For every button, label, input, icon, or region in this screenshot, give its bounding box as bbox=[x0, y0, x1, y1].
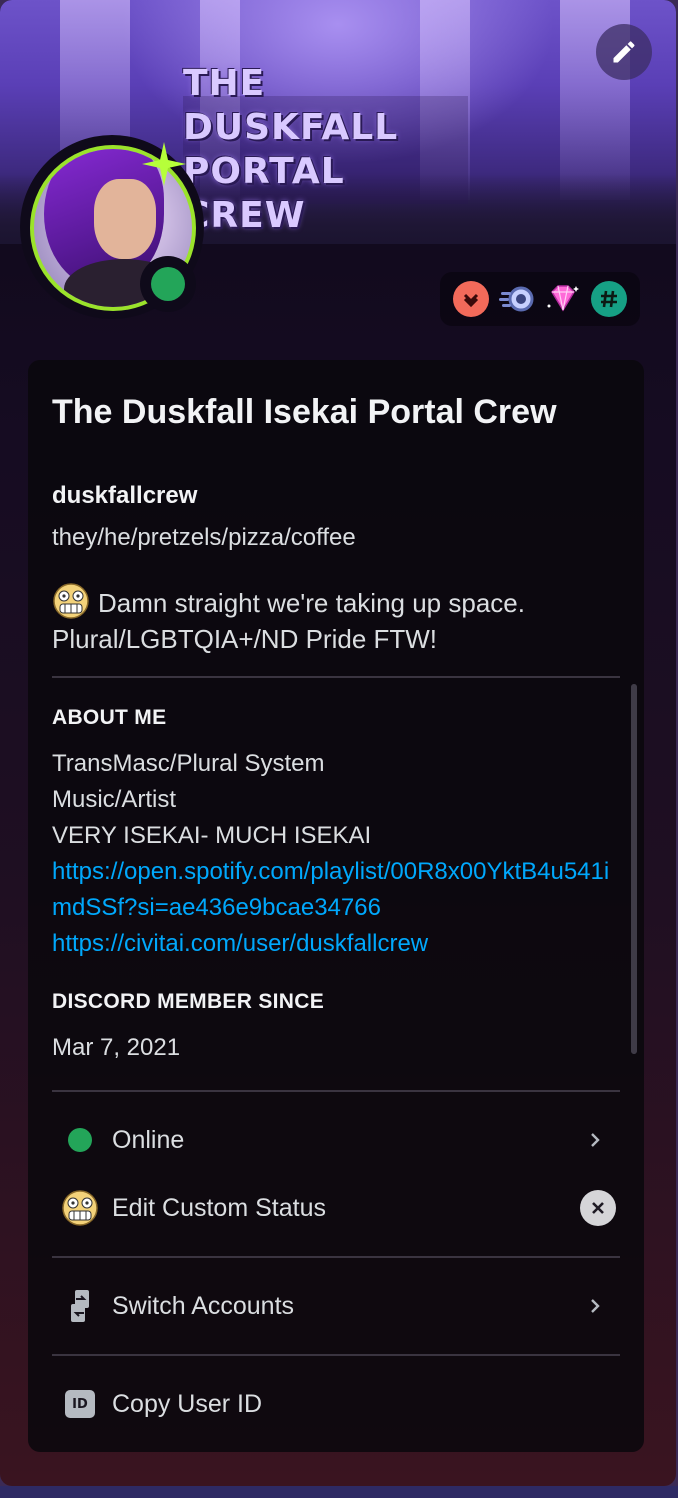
window-bottom-edge bbox=[0, 1486, 678, 1498]
id-icon: ID bbox=[65, 1390, 95, 1418]
copy-user-id-label: Copy User ID bbox=[112, 1389, 263, 1418]
username[interactable]: duskfallcrew bbox=[52, 482, 197, 510]
profile-card: The Duskfall Isekai Portal Crew duskfall… bbox=[28, 360, 644, 1452]
badge-list bbox=[440, 272, 640, 326]
member-since-heading: DISCORD MEMBER SINCE bbox=[52, 990, 325, 1013]
divider bbox=[52, 1090, 620, 1092]
custom-status-emoji-icon bbox=[62, 1190, 98, 1226]
sparkle-decoration-icon bbox=[142, 142, 186, 186]
display-name: The Duskfall Isekai Portal Crew bbox=[52, 393, 557, 431]
switch-accounts-icon bbox=[71, 1290, 89, 1322]
switch-accounts-label: Switch Accounts bbox=[112, 1291, 295, 1320]
copy-user-id-menu-item[interactable]: ID Copy User ID bbox=[52, 1376, 620, 1432]
civitai-link[interactable]: https://civitai.com/user/duskfallcrew bbox=[52, 926, 612, 962]
about-line: VERY ISEKAI- MUCH ISEKAI bbox=[52, 822, 372, 849]
chevron-right-icon bbox=[580, 1291, 610, 1321]
clear-status-button[interactable] bbox=[580, 1190, 616, 1226]
status-indicator bbox=[140, 256, 196, 312]
scrollbar-track[interactable] bbox=[631, 684, 637, 1054]
hashtag-badge-icon[interactable] bbox=[591, 281, 627, 317]
custom-status-emoji-icon bbox=[53, 583, 89, 619]
online-status-icon bbox=[68, 1128, 92, 1152]
user-profile-popout: THE DUSKFALL PORTAL CREW The Duskfall Is… bbox=[0, 0, 676, 1486]
chevron-right-icon bbox=[580, 1125, 610, 1155]
member-since-date: Mar 7, 2021 bbox=[52, 1034, 181, 1061]
edit-profile-button[interactable] bbox=[596, 24, 652, 80]
divider bbox=[52, 1256, 620, 1258]
spotify-link[interactable]: https://open.spotify.com/playlist/00R8x0… bbox=[52, 854, 612, 926]
online-status-dot bbox=[151, 267, 185, 301]
close-icon bbox=[592, 1202, 604, 1214]
status-menu-item[interactable]: Online bbox=[52, 1112, 620, 1168]
divider bbox=[52, 1354, 620, 1356]
pencil-icon bbox=[613, 41, 635, 63]
banner-logo-line2: PORTAL CREW bbox=[183, 151, 345, 236]
nitro-boost-badge-icon[interactable] bbox=[453, 281, 489, 317]
custom-status-label: Damn straight we're taking up space. Plu… bbox=[52, 588, 525, 654]
divider bbox=[52, 676, 620, 678]
custom-status-text: Damn straight we're taking up space. Plu… bbox=[52, 582, 612, 657]
scrollbar-thumb[interactable] bbox=[631, 684, 637, 1054]
pronouns: they/he/pretzels/pizza/coffee bbox=[52, 524, 356, 551]
about-me-text: TransMasc/Plural System Music/Artist VER… bbox=[52, 746, 612, 962]
nitro-gem-badge-icon[interactable] bbox=[545, 281, 581, 317]
about-me-heading: ABOUT ME bbox=[52, 706, 167, 729]
about-line: TransMasc/Plural System bbox=[52, 750, 325, 777]
about-line: Music/Artist bbox=[52, 786, 177, 813]
banner-logo-line1: THE DUSKFALL bbox=[183, 63, 399, 148]
edit-custom-status-menu-item[interactable]: Edit Custom Status bbox=[52, 1180, 620, 1236]
edit-custom-status-label: Edit Custom Status bbox=[112, 1193, 326, 1222]
banner-logo: THE DUSKFALL PORTAL CREW bbox=[183, 63, 468, 236]
server-booster-badge-icon[interactable] bbox=[499, 281, 535, 317]
status-label: Online bbox=[112, 1125, 185, 1154]
switch-accounts-menu-item[interactable]: Switch Accounts bbox=[52, 1278, 620, 1334]
